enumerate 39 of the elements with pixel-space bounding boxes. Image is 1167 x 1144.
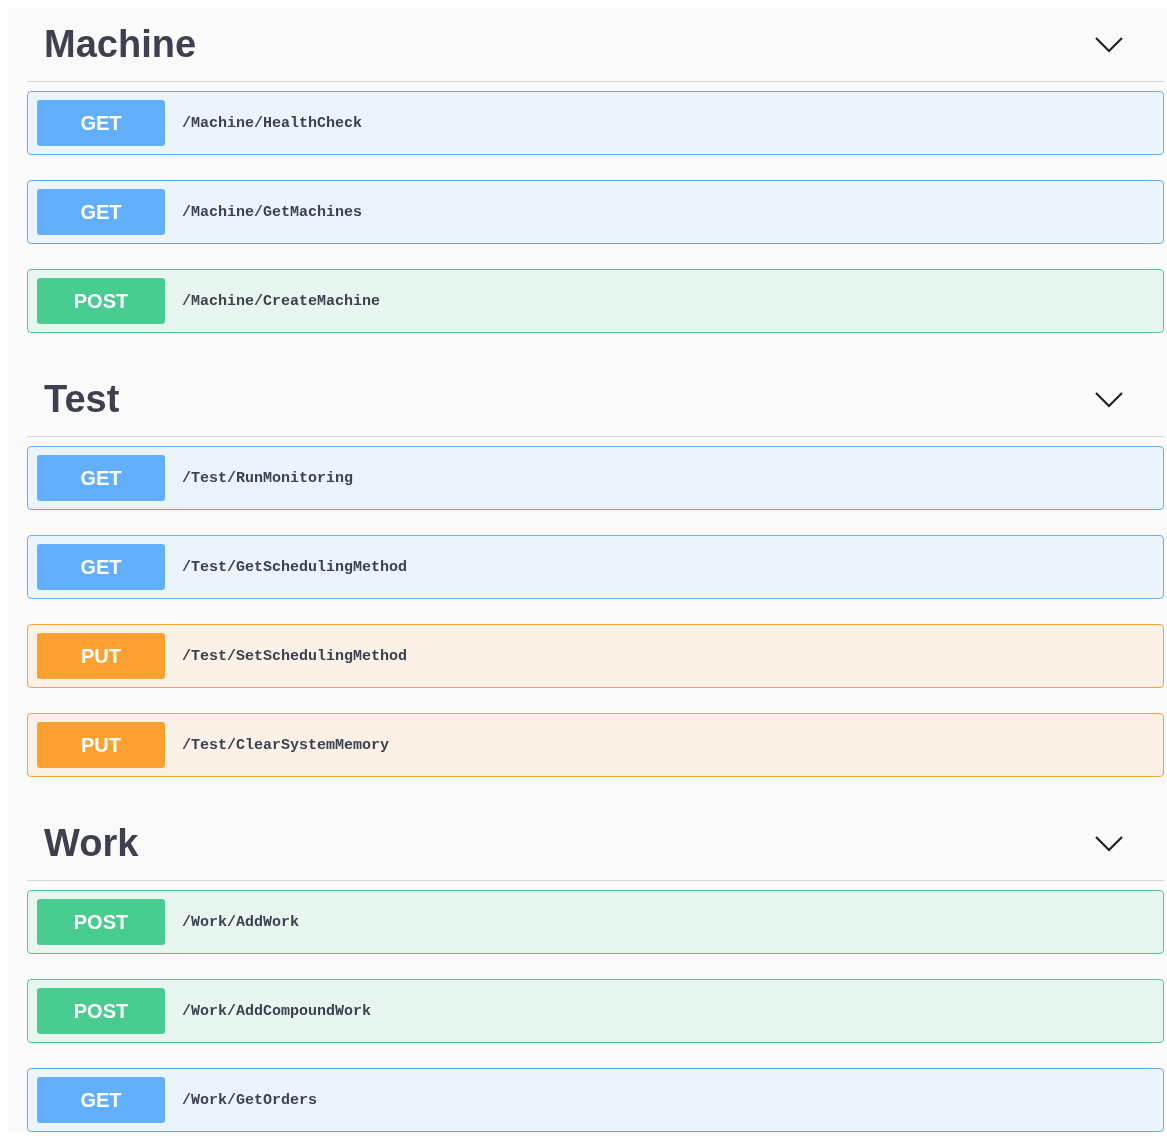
method-badge: GET (37, 189, 165, 235)
method-badge: POST (37, 899, 165, 945)
chevron-down-icon[interactable] (1094, 35, 1124, 54)
endpoint-row[interactable]: GET /Test/RunMonitoring (27, 446, 1164, 510)
endpoint-path: /Test/SetSchedulingMethod (182, 647, 408, 665)
method-badge: POST (37, 278, 165, 324)
section-header[interactable]: Test (27, 363, 1164, 437)
endpoint-path: /Work/AddWork (182, 913, 300, 931)
endpoint-row[interactable]: GET /Machine/GetMachines (27, 180, 1164, 244)
method-badge: GET (37, 100, 165, 146)
endpoint-row[interactable]: GET /Test/GetSchedulingMethod (27, 535, 1164, 599)
chevron-down-icon[interactable] (1094, 834, 1124, 853)
endpoint-row[interactable]: POST /Machine/CreateMachine (27, 269, 1164, 333)
section-title: Test (44, 378, 120, 421)
endpoint-path: /Test/GetSchedulingMethod (182, 558, 408, 576)
section-title: Work (44, 822, 139, 865)
method-badge: PUT (37, 633, 165, 679)
endpoint-row[interactable]: POST /Work/AddCompoundWork (27, 979, 1164, 1043)
endpoint-row[interactable]: POST /Work/AddWork (27, 890, 1164, 954)
endpoint-path: /Machine/CreateMachine (182, 292, 381, 310)
endpoint-path: /Work/GetOrders (182, 1091, 318, 1109)
endpoint-path: /Machine/GetMachines (182, 203, 363, 221)
method-badge: GET (37, 1077, 165, 1123)
endpoint-path: /Test/ClearSystemMemory (182, 736, 390, 754)
endpoint-path: /Test/RunMonitoring (182, 469, 354, 487)
method-badge: GET (37, 544, 165, 590)
endpoint-row[interactable]: PUT /Test/ClearSystemMemory (27, 713, 1164, 777)
method-badge: PUT (37, 722, 165, 768)
endpoint-row[interactable]: PUT /Test/SetSchedulingMethod (27, 624, 1164, 688)
method-badge: GET (37, 455, 165, 501)
section-header[interactable]: Machine (27, 8, 1164, 82)
section-title: Machine (44, 23, 197, 66)
chevron-down-icon[interactable] (1094, 390, 1124, 409)
endpoint-row[interactable]: GET /Machine/HealthCheck (27, 91, 1164, 155)
method-badge: POST (37, 988, 165, 1034)
endpoint-path: /Work/AddCompoundWork (182, 1002, 372, 1020)
endpoint-row[interactable]: GET /Work/GetOrders (27, 1068, 1164, 1132)
endpoint-path: /Machine/HealthCheck (182, 114, 363, 132)
section-header[interactable]: Work (27, 807, 1164, 881)
